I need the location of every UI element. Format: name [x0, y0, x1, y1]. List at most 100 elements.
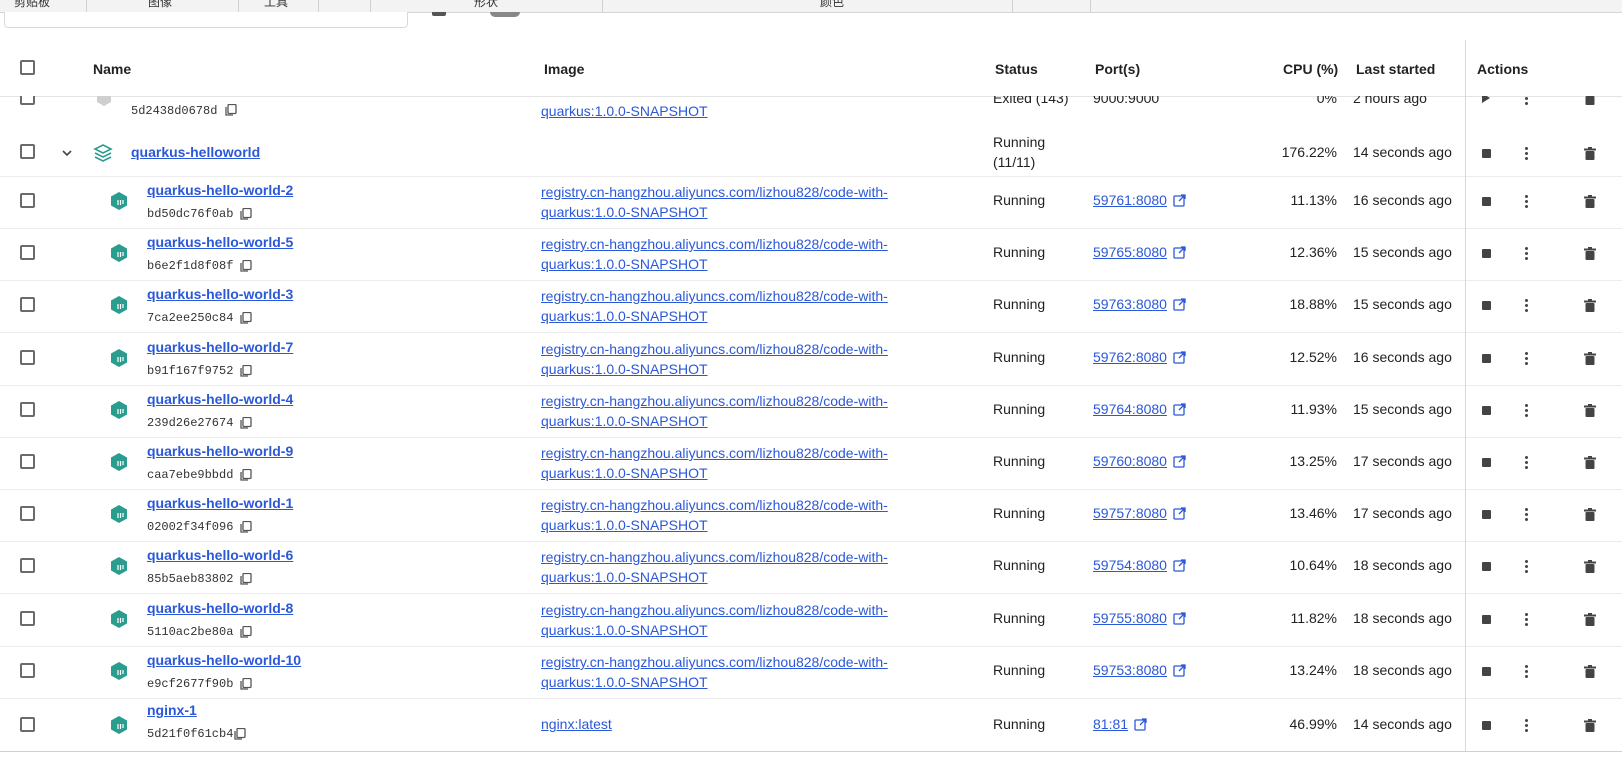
container-name-link[interactable]: quarkus-hello-world-4 [147, 391, 293, 407]
external-link-icon[interactable] [1134, 718, 1147, 731]
external-link-icon[interactable] [1173, 351, 1186, 364]
image-link-line1[interactable]: registry.cn-hangzhou.aliyuncs.com/lizhou… [541, 652, 888, 672]
delete-button[interactable] [1580, 609, 1600, 629]
image-link-line1[interactable]: registry.cn-hangzhou.aliyuncs.com/lizhou… [541, 286, 888, 306]
delete-button[interactable] [1580, 243, 1600, 263]
delete-button[interactable] [1580, 715, 1600, 735]
stop-button[interactable] [1476, 556, 1496, 576]
image-link-line2[interactable]: quarkus:1.0.0-SNAPSHOT [541, 672, 708, 692]
delete-button[interactable] [1580, 191, 1600, 211]
image-link-line1[interactable]: registry.cn-hangzhou.aliyuncs.com/lizhou… [541, 339, 888, 359]
search-input[interactable] [4, 12, 408, 28]
stop-button[interactable] [1476, 191, 1496, 211]
copy-icon[interactable] [240, 260, 252, 272]
port-link[interactable]: 59762:8080 [1093, 349, 1167, 365]
row-checkbox[interactable] [20, 558, 35, 573]
table-row[interactable]: quarkus-hello-world-6 85b5aeb83802 registr… [0, 541, 1622, 594]
grid-view-icon[interactable] [432, 12, 446, 16]
port-link[interactable]: 59753:8080 [1093, 662, 1167, 678]
port-link[interactable]: 59761:8080 [1093, 192, 1167, 208]
port-link[interactable]: 59760:8080 [1093, 453, 1167, 469]
port-link-wrap[interactable]: 81:81 [1093, 716, 1147, 732]
stop-button[interactable] [1476, 348, 1496, 368]
row-checkbox[interactable] [20, 350, 35, 365]
delete-button[interactable] [1580, 348, 1600, 368]
copy-icon[interactable] [240, 417, 252, 429]
port-link-wrap[interactable]: 59753:8080 [1093, 662, 1186, 678]
image-link-line1[interactable]: registry.cn-hangzhou.aliyuncs.com/lizhou… [541, 234, 888, 254]
container-name-link[interactable]: quarkus-hello-world-6 [147, 547, 293, 563]
more-actions-button[interactable] [1516, 295, 1536, 315]
port-link[interactable]: 59757:8080 [1093, 505, 1167, 521]
port-link-wrap[interactable]: 59761:8080 [1093, 192, 1186, 208]
copy-icon[interactable] [240, 678, 252, 690]
delete-button[interactable] [1580, 504, 1600, 524]
external-link-icon[interactable] [1173, 298, 1186, 311]
row-checkbox[interactable] [20, 96, 35, 105]
image-link-line2[interactable]: quarkus:1.0.0-SNAPSHOT [541, 463, 708, 483]
image-link-line1[interactable]: registry.cn-hangzhou.aliyuncs.com/lizhou… [541, 443, 888, 463]
port-link[interactable]: 59765:8080 [1093, 244, 1167, 260]
table-row[interactable]: quarkus-hello-world-8 5110ac2be80a registr… [0, 594, 1622, 647]
row-checkbox[interactable] [20, 402, 35, 417]
container-name-link[interactable]: quarkus-hello-world-7 [147, 339, 293, 355]
delete-button[interactable] [1580, 143, 1600, 163]
port-link-wrap[interactable]: 59757:8080 [1093, 505, 1186, 521]
row-checkbox[interactable] [20, 297, 35, 312]
stop-button[interactable] [1476, 143, 1496, 163]
more-actions-button[interactable] [1516, 609, 1536, 629]
container-name-link[interactable]: quarkus-hello-world-9 [147, 443, 293, 459]
container-name-link[interactable]: quarkus-hello-world-8 [147, 600, 293, 616]
row-checkbox[interactable] [20, 144, 35, 159]
external-link-icon[interactable] [1173, 612, 1186, 625]
more-actions-button[interactable] [1516, 504, 1536, 524]
image-link-line2[interactable]: quarkus:1.0.0-SNAPSHOT [541, 620, 708, 640]
start-button[interactable] [1476, 96, 1496, 108]
table-row[interactable]: quarkus-hello-world-2 bd50dc76f0ab registr… [0, 176, 1622, 229]
image-link-line1[interactable]: registry.cn-hangzhou.aliyuncs.com/lizhou… [541, 391, 888, 411]
table-row[interactable]: quarkus-hello-world-4 239d26e27674 registr… [0, 385, 1622, 438]
image-link-line2[interactable]: quarkus:1.0.0-SNAPSHOT [541, 202, 708, 222]
copy-icon[interactable] [240, 573, 252, 585]
column-header-last-started[interactable]: Last started [1356, 61, 1435, 77]
toggle-switch[interactable] [490, 12, 520, 17]
port-link[interactable]: 81:81 [1093, 716, 1128, 732]
table-row[interactable]: quarkus-hello-world-7 b91f167f9752 registr… [0, 333, 1622, 386]
image-link-line2[interactable]: quarkus:1.0.0-SNAPSHOT [541, 515, 708, 535]
stop-button[interactable] [1476, 295, 1496, 315]
external-link-icon[interactable] [1173, 403, 1186, 416]
delete-button[interactable] [1580, 96, 1600, 108]
container-name-link[interactable]: nginx-1 [147, 702, 197, 718]
column-header-image[interactable]: Image [544, 61, 584, 77]
more-actions-button[interactable] [1516, 715, 1536, 735]
external-link-icon[interactable] [1173, 194, 1186, 207]
more-actions-button[interactable] [1516, 191, 1536, 211]
port-link-wrap[interactable]: 59762:8080 [1093, 349, 1186, 365]
table-row[interactable]: nginx-1 5d21f0f61cb4 nginx:latest Runnin… [0, 700, 1622, 752]
select-all-checkbox[interactable] [20, 60, 35, 75]
stop-button[interactable] [1476, 400, 1496, 420]
more-actions-button[interactable] [1516, 143, 1536, 163]
port-link[interactable]: 59755:8080 [1093, 610, 1167, 626]
more-actions-button[interactable] [1516, 556, 1536, 576]
stop-button[interactable] [1476, 504, 1496, 524]
copy-icon[interactable] [240, 469, 252, 481]
row-checkbox[interactable] [20, 454, 35, 469]
table-row[interactable]: quarkus-hello-world-3 7ca2ee250c84 registr… [0, 280, 1622, 333]
table-row[interactable]: quarkus-hello-world-9 caa7ebe9bbdd registr… [0, 437, 1622, 490]
row-checkbox[interactable] [20, 663, 35, 678]
copy-icon[interactable] [240, 365, 252, 377]
image-link[interactable]: nginx:latest [541, 714, 612, 734]
more-actions-button[interactable] [1516, 452, 1536, 472]
image-link-line2[interactable]: quarkus:1.0.0-SNAPSHOT [541, 411, 708, 431]
port-link-wrap[interactable]: 59764:8080 [1093, 401, 1186, 417]
compose-group-row[interactable]: quarkus-helloworld Running (11/11) 176.2… [0, 128, 1622, 177]
delete-button[interactable] [1580, 295, 1600, 315]
image-link-line2[interactable]: quarkus:1.0.0-SNAPSHOT [541, 254, 708, 274]
container-name-link[interactable]: quarkus-hello-world-3 [147, 286, 293, 302]
more-actions-button[interactable] [1516, 96, 1536, 108]
row-checkbox[interactable] [20, 193, 35, 208]
row-checkbox[interactable] [20, 611, 35, 626]
copy-icon[interactable] [240, 521, 252, 533]
chevron-down-icon[interactable] [60, 146, 74, 160]
